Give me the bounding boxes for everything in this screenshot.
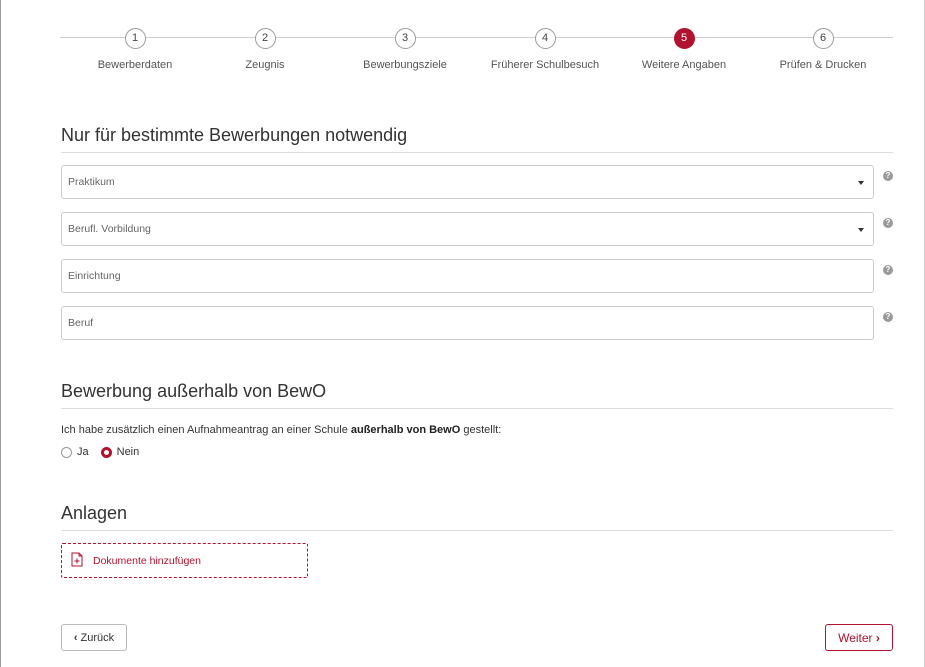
- step-label: Prüfen & Drucken: [779, 59, 867, 71]
- back-label: Zurück: [80, 631, 115, 644]
- step-label: Zeugnis: [245, 59, 285, 71]
- section-divider: [61, 152, 893, 153]
- next-label: Weiter: [838, 630, 873, 645]
- step-number: 1: [124, 28, 146, 49]
- step-1[interactable]: 1 Bewerberdaten: [65, 28, 205, 71]
- back-button[interactable]: ‹ Zurück: [61, 624, 127, 651]
- help-icon[interactable]: ?: [883, 171, 893, 181]
- progress-stepper: 1 Bewerberdaten 2 Zeugnis 3 Bewerbungszi…: [60, 0, 893, 90]
- question-bold: außerhalb von BewO: [350, 424, 461, 436]
- input-placeholder: Einrichtung: [68, 270, 121, 282]
- step-number: 5: [673, 28, 695, 49]
- step-number: 2: [254, 28, 276, 49]
- select-placeholder: Berufl. Vorbildung: [68, 223, 151, 235]
- section-title-required: Nur für bestimmte Bewerbungen notwendig: [61, 125, 408, 145]
- section-title-attachments: Anlagen: [61, 503, 128, 523]
- radio-nein[interactable]: [100, 446, 112, 458]
- external-application-question: Ich habe zusätzlich einen Aufnahmeantrag…: [61, 424, 501, 436]
- berufl-vorbildung-select[interactable]: Berufl. Vorbildung: [61, 212, 874, 246]
- step-5[interactable]: 5 Weitere Angaben: [614, 28, 754, 71]
- step-6[interactable]: 6 Prüfen & Drucken: [753, 28, 893, 71]
- step-number: 4: [534, 28, 556, 49]
- question-suffix: gestellt:: [460, 424, 502, 436]
- help-icon[interactable]: ?: [883, 265, 893, 275]
- add-documents-label: Dokumente hinzufügen: [93, 555, 201, 567]
- section-divider: [61, 530, 893, 531]
- step-number: 6: [812, 28, 834, 49]
- radio-group: Ja Nein: [61, 446, 151, 458]
- input-placeholder: Beruf: [68, 317, 94, 329]
- add-documents-button[interactable]: Dokumente hinzufügen: [61, 543, 308, 578]
- step-3[interactable]: 3 Bewerbungsziele: [335, 28, 475, 71]
- select-placeholder: Praktikum: [68, 176, 115, 188]
- einrichtung-input[interactable]: Einrichtung: [61, 259, 874, 293]
- step-2[interactable]: 2 Zeugnis: [195, 28, 335, 71]
- help-icon[interactable]: ?: [883, 312, 893, 322]
- add-document-icon: [71, 552, 83, 567]
- step-label: Bewerbungsziele: [363, 59, 447, 71]
- step-number: 3: [394, 28, 416, 49]
- help-icon[interactable]: ?: [883, 218, 893, 228]
- radio-ja[interactable]: [61, 446, 72, 458]
- step-label: Früherer Schulbesuch: [490, 59, 600, 71]
- chevron-left-icon: ‹: [73, 631, 78, 644]
- section-divider: [61, 408, 893, 409]
- question-text: Ich habe zusätzlich einen Aufnahmeantrag…: [61, 424, 351, 436]
- caret-down-icon: [858, 228, 864, 232]
- left-window-border: [0, 0, 1, 667]
- radio-nein-label[interactable]: Nein: [117, 446, 140, 458]
- caret-down-icon: [858, 181, 864, 185]
- step-4[interactable]: 4 Früherer Schulbesuch: [475, 28, 615, 71]
- radio-ja-label[interactable]: Ja: [77, 446, 89, 458]
- next-button[interactable]: Weiter ›: [825, 624, 893, 651]
- step-label: Weitere Angaben: [641, 59, 727, 71]
- section-title-external: Bewerbung außerhalb von BewO: [61, 381, 327, 401]
- praktikum-select[interactable]: Praktikum: [61, 165, 874, 199]
- step-label: Bewerberdaten: [97, 59, 173, 71]
- beruf-input[interactable]: Beruf: [61, 306, 874, 340]
- chevron-right-icon: ›: [875, 630, 880, 645]
